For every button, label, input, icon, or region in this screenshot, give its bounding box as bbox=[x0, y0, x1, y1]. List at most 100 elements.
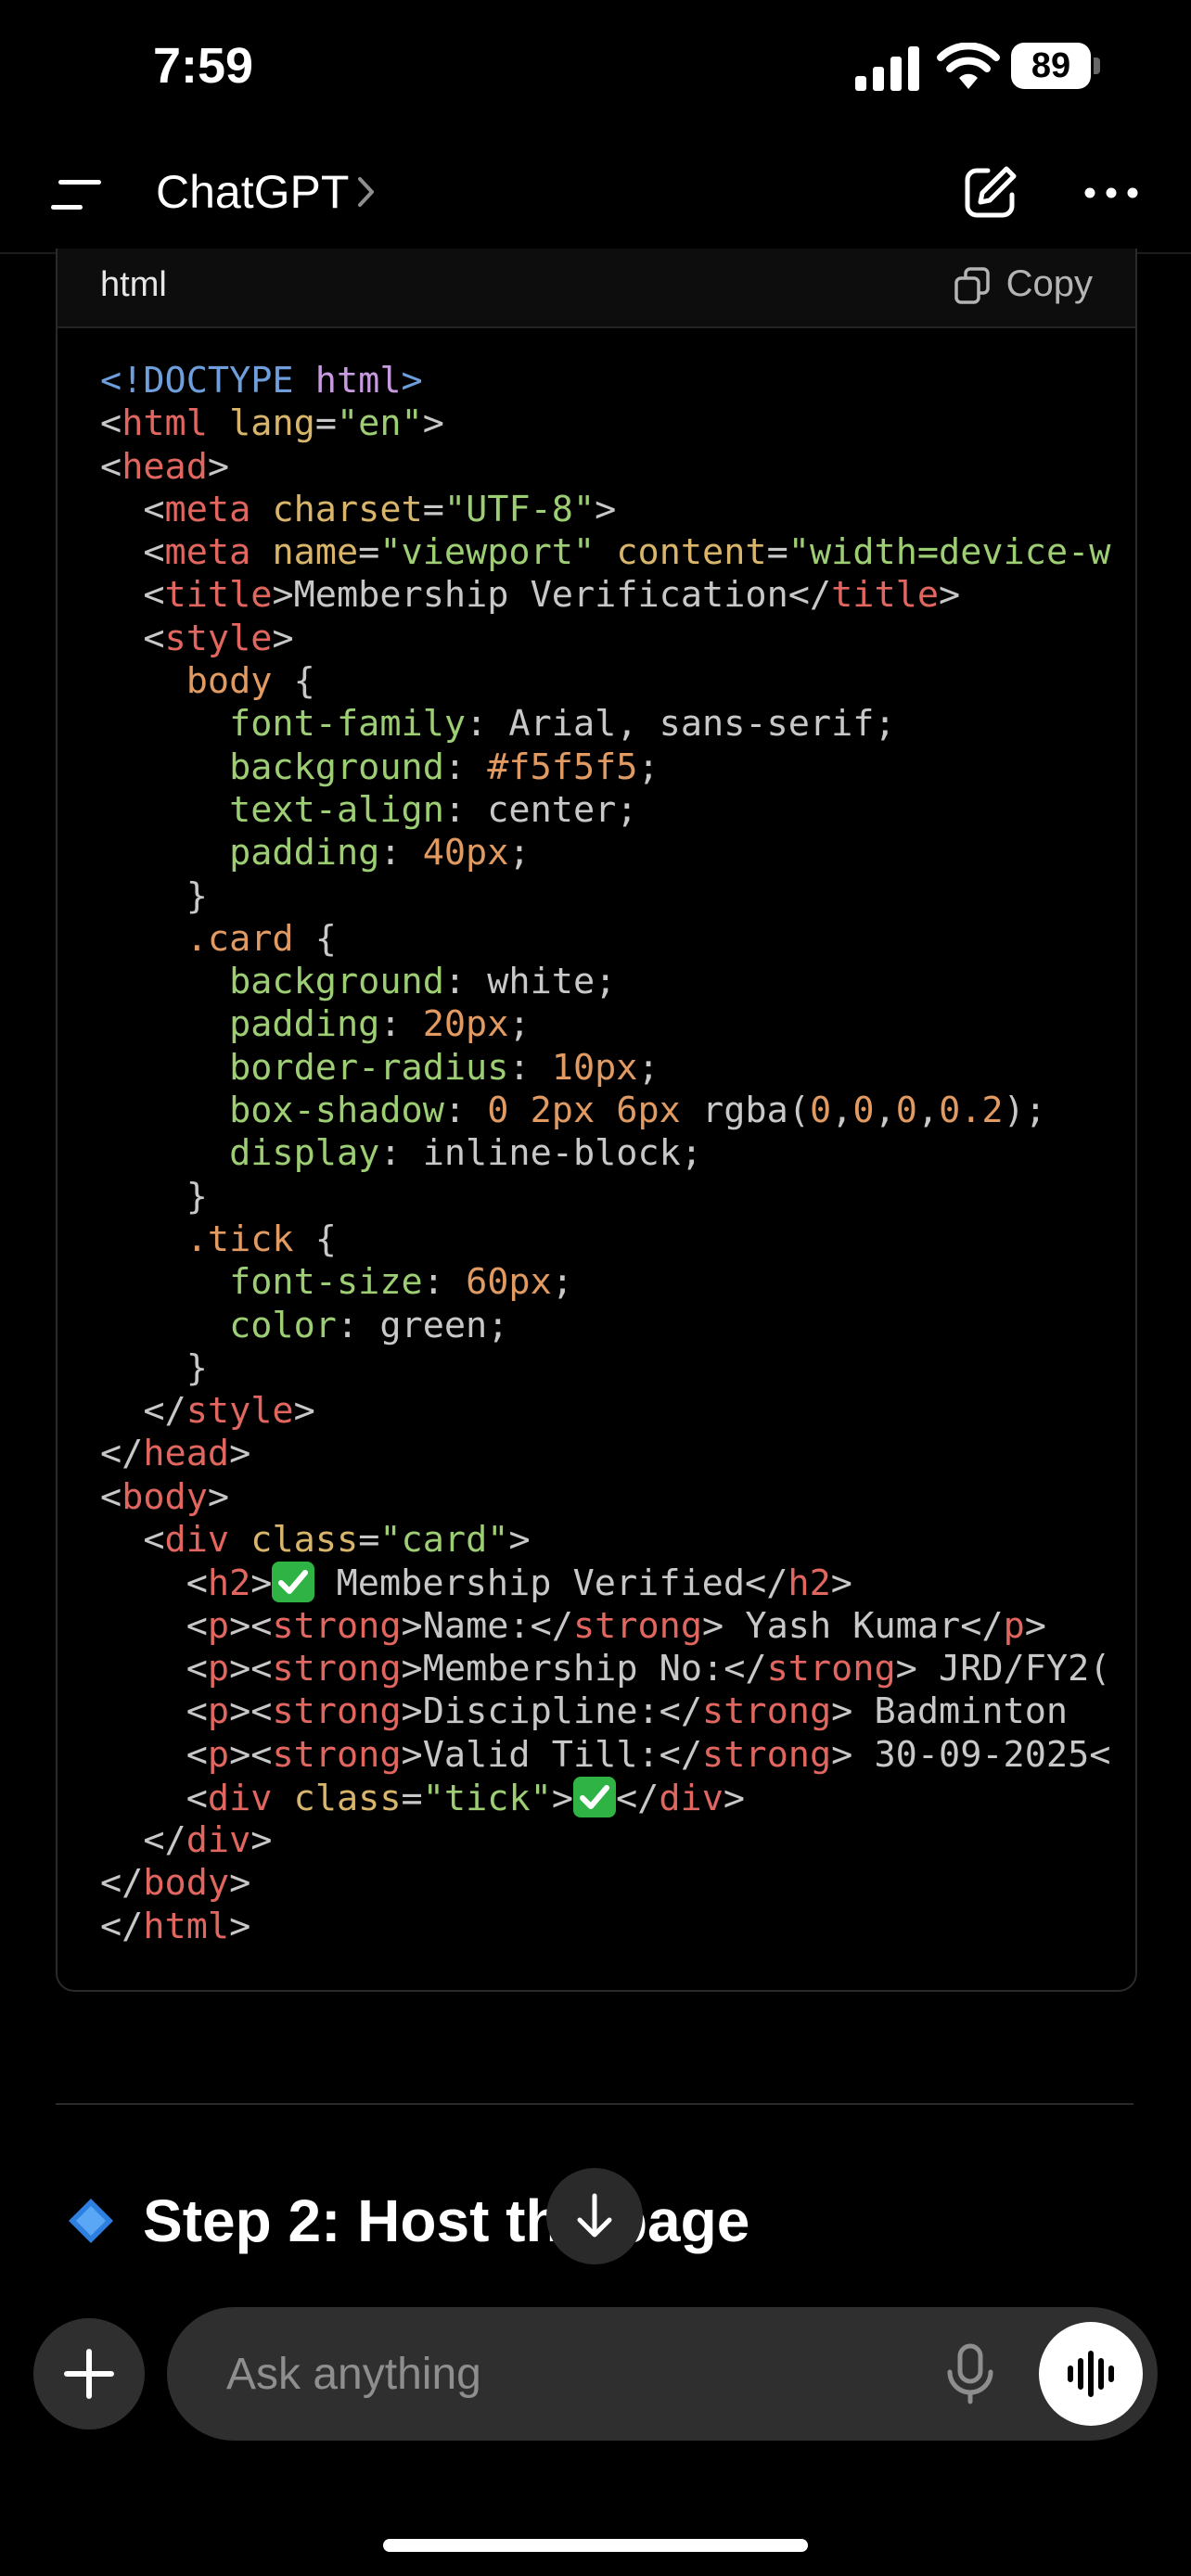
code-token: , bbox=[874, 1090, 896, 1132]
code-line: <p><strong>Name:</strong> Yash Kumar</p> bbox=[100, 1605, 1135, 1648]
more-options-icon[interactable] bbox=[1083, 176, 1139, 210]
code-token: style bbox=[186, 1390, 294, 1433]
code-token: = bbox=[401, 1777, 423, 1819]
code-token: strong bbox=[766, 1647, 896, 1690]
code-line: </div> bbox=[100, 1819, 1135, 1862]
code-line: box-shadow: 0 2px 6px rgba(0,0,0,0.2); bbox=[100, 1090, 1135, 1132]
arrow-down-icon bbox=[577, 2193, 612, 2238]
code-line: </html> bbox=[100, 1906, 1135, 1948]
code-token: meta bbox=[164, 488, 251, 530]
cellular-signal-icon bbox=[855, 46, 919, 91]
code-token: body bbox=[122, 1475, 208, 1518]
code-line: </style> bbox=[100, 1390, 1135, 1433]
code-token: ); bbox=[1003, 1090, 1046, 1132]
code-token: > bbox=[229, 1433, 251, 1475]
code-line: text-align: center; bbox=[100, 789, 1135, 832]
status-time: 7:59 bbox=[153, 38, 254, 94]
code-token: ; bbox=[508, 1003, 531, 1046]
code-line: body { bbox=[100, 660, 1135, 703]
code-token: > bbox=[1024, 1604, 1046, 1647]
chat-header: ChatGPT bbox=[0, 139, 1191, 254]
code-token: >< bbox=[229, 1647, 273, 1690]
code-token: > Badminton bbox=[831, 1690, 1069, 1733]
code-token: < bbox=[100, 1519, 165, 1562]
code-token: < bbox=[100, 1690, 208, 1733]
code-token: strong bbox=[572, 1604, 703, 1647]
code-token: h2 bbox=[207, 1562, 251, 1605]
code-content: <!DOCTYPE html> <html lang="en"> <head> <m… bbox=[100, 360, 1135, 1948]
code-token: = bbox=[358, 531, 380, 574]
code-line: <h2> Membership Verified</h2> bbox=[100, 1562, 1135, 1604]
code-token: : bbox=[443, 1090, 488, 1132]
code-token: body bbox=[143, 1862, 230, 1905]
code-token: strong bbox=[272, 1647, 402, 1690]
code-token: : bbox=[508, 1046, 552, 1089]
code-token: = bbox=[314, 402, 337, 445]
code-token: charset bbox=[272, 488, 423, 530]
code-line: <meta charset="UTF-8"> bbox=[100, 489, 1135, 531]
code-token: = bbox=[766, 531, 788, 574]
microphone-icon[interactable] bbox=[944, 2342, 996, 2405]
code-token: ; bbox=[508, 832, 531, 874]
code-token: > bbox=[293, 1390, 315, 1433]
code-token: > bbox=[401, 360, 423, 402]
code-line: <style> bbox=[100, 618, 1135, 660]
code-line: <p><strong>Discipline:</strong> Badminto… bbox=[100, 1690, 1135, 1733]
attach-button[interactable] bbox=[33, 2318, 145, 2429]
copy-code-button[interactable]: Copy bbox=[953, 263, 1093, 305]
new-chat-icon[interactable] bbox=[960, 163, 1019, 223]
code-token: background bbox=[229, 746, 444, 788]
code-token: </ bbox=[616, 1777, 660, 1819]
code-line: <head> bbox=[100, 446, 1135, 489]
code-token: </ bbox=[100, 1862, 144, 1905]
code-token: < bbox=[100, 1604, 208, 1647]
code-token: : bbox=[443, 746, 488, 788]
code-token: content bbox=[616, 531, 767, 574]
home-indicator bbox=[383, 2539, 808, 2552]
message-input[interactable] bbox=[224, 2340, 877, 2407]
code-token: } bbox=[100, 1346, 208, 1389]
code-token: class bbox=[250, 1519, 359, 1562]
code-token: > Yash Kumar</ bbox=[702, 1604, 1004, 1647]
code-line: <div class="card"> bbox=[100, 1519, 1135, 1562]
code-line: <p><strong>Membership No:</strong> JRD/F… bbox=[100, 1648, 1135, 1690]
plus-icon bbox=[64, 2349, 114, 2399]
code-token: 40px bbox=[422, 832, 509, 874]
code-token: >Valid Till:</ bbox=[401, 1733, 703, 1776]
code-token: < bbox=[100, 488, 165, 530]
code-token: >Name:</ bbox=[401, 1604, 573, 1647]
scroll-to-bottom-button[interactable] bbox=[546, 2168, 643, 2264]
code-token: div bbox=[164, 1519, 230, 1562]
code-block-header: html Copy bbox=[58, 249, 1135, 328]
code-token: style bbox=[164, 617, 273, 659]
copy-label: Copy bbox=[1005, 263, 1093, 304]
code-token: </ bbox=[100, 1819, 186, 1862]
code-token: > bbox=[229, 1862, 251, 1905]
menu-icon[interactable] bbox=[51, 176, 103, 213]
code-token: > 30-09-2025< bbox=[831, 1733, 1111, 1776]
code-token: "card" bbox=[379, 1519, 509, 1562]
voice-mode-button[interactable] bbox=[1039, 2322, 1143, 2426]
code-token: ; bbox=[637, 746, 660, 788]
code-token: < bbox=[100, 1733, 208, 1776]
code-token: >Discipline:</ bbox=[401, 1690, 703, 1733]
code-token: h2 bbox=[788, 1562, 831, 1605]
code-token: < bbox=[100, 402, 122, 445]
code-line: padding: 20px; bbox=[100, 1003, 1135, 1046]
code-token: >Membership No:</ bbox=[401, 1647, 767, 1690]
model-selector[interactable]: ChatGPT bbox=[156, 165, 377, 219]
code-token: : bbox=[379, 1003, 423, 1046]
code-token: , bbox=[831, 1090, 853, 1132]
code-token: strong bbox=[702, 1733, 832, 1776]
code-token: > bbox=[207, 1475, 230, 1518]
code-token: class bbox=[293, 1777, 402, 1819]
code-token: ; bbox=[637, 1046, 660, 1089]
code-token: div bbox=[207, 1777, 273, 1819]
code-line: </head> bbox=[100, 1433, 1135, 1475]
